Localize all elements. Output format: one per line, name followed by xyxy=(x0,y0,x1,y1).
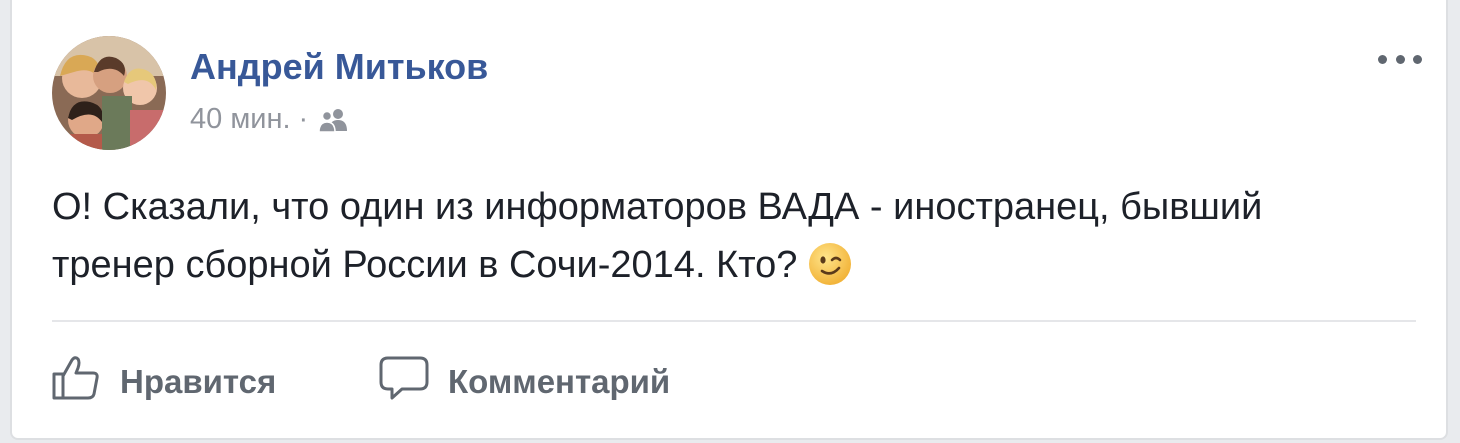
winking-face-icon xyxy=(807,241,853,287)
post-meta: 40 мин. · xyxy=(190,103,350,136)
more-dot xyxy=(1413,54,1422,64)
post-text-line: тренер сборной России в Сочи-2014. Кто? xyxy=(52,244,798,286)
more-dot xyxy=(1378,54,1387,64)
like-label: Нравится xyxy=(120,363,277,400)
author-name[interactable]: Андрей Митьков xyxy=(190,46,488,88)
speech-bubble-icon xyxy=(378,354,430,410)
more-options-icon[interactable] xyxy=(1378,48,1422,70)
comment-button[interactable]: Комментарий xyxy=(378,352,670,412)
author-avatar[interactable] xyxy=(52,36,166,150)
actions-divider xyxy=(52,320,1416,322)
meta-separator: · xyxy=(298,103,309,135)
more-dot xyxy=(1395,54,1405,64)
post-text-line: О! Сказали, что один из информаторов ВАД… xyxy=(52,186,1263,228)
comment-label: Комментарий xyxy=(448,363,671,400)
post-text: О! Сказали, что один из информаторов ВАД… xyxy=(52,178,1432,294)
like-button[interactable]: Нравится xyxy=(50,352,276,412)
post-text-line-last: тренер сборной России в Сочи-2014. Кто? xyxy=(52,236,1432,294)
avatar-photo xyxy=(52,36,166,150)
post-time[interactable]: 40 мин. xyxy=(190,103,291,136)
friends-icon[interactable] xyxy=(316,107,350,133)
thumbs-up-icon xyxy=(50,354,102,410)
post-card: Андрей Митьков 40 мин. · О! Сказали, что… xyxy=(10,0,1448,440)
